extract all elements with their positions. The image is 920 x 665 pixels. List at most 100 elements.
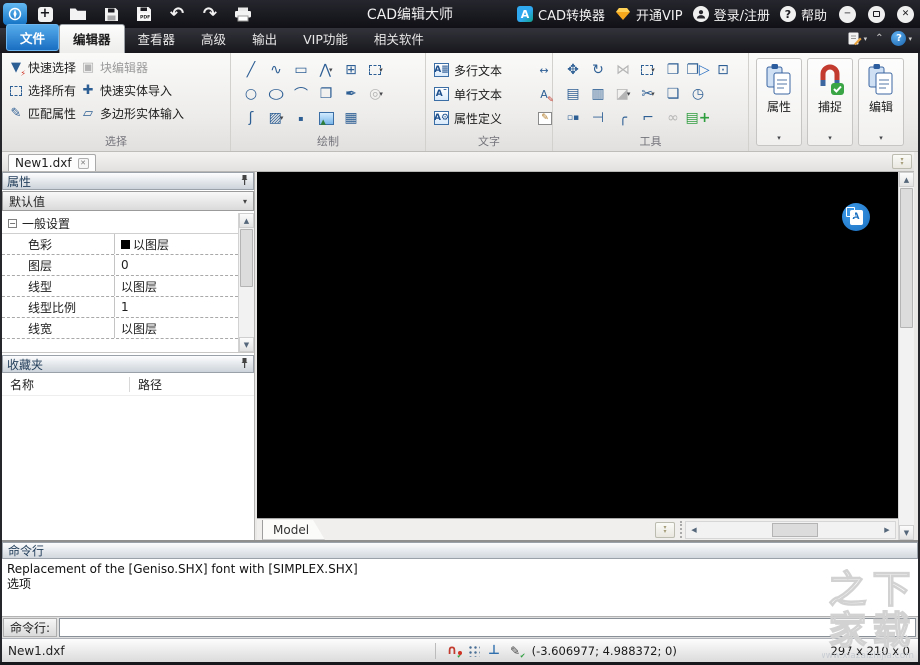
hatch-icon[interactable]: ▨ ▾	[266, 108, 286, 128]
skin-button[interactable]: ▾	[847, 31, 867, 46]
collapse-ribbon-button[interactable]: ⌃	[875, 33, 883, 44]
recent-blocks-icon[interactable]: ◷	[688, 84, 708, 104]
copy-icon[interactable]: ❐	[663, 60, 683, 80]
singleline-text-button[interactable]: 单行文本	[454, 86, 502, 103]
close-button[interactable]: ✕	[897, 5, 914, 23]
minimize-button[interactable]: ─	[839, 5, 856, 23]
property-section-row[interactable]: − 一般设置	[2, 213, 238, 234]
freehand-sketch-icon[interactable]: ∿	[266, 60, 286, 80]
maximize-button[interactable]	[868, 5, 885, 23]
edit-text-icon[interactable]: ✎	[538, 111, 552, 125]
scroll-right-icon[interactable]: ▶	[879, 522, 895, 538]
model-tab[interactable]: Model	[262, 520, 325, 540]
tab-advanced[interactable]: 高级	[188, 25, 239, 53]
scroll-left-icon[interactable]: ◀	[686, 522, 702, 538]
draft-toggle[interactable]: ✎ ✔	[507, 642, 526, 661]
copy-block-icon[interactable]: ❐	[316, 84, 336, 104]
chamfer-icon[interactable]: ⌐	[638, 108, 658, 128]
tab-file[interactable]: 文件	[6, 24, 60, 51]
rectangle-icon[interactable]: ▭	[291, 60, 311, 80]
erase-icon[interactable]: ◪ ▾	[613, 84, 633, 104]
property-row-lineweight[interactable]: 线宽 以图层	[2, 318, 238, 339]
tab-output[interactable]: 输出	[239, 25, 290, 53]
viewport-icon[interactable]: ▾	[366, 60, 386, 80]
close-tab-icon[interactable]: ✕	[77, 157, 89, 169]
copy-stack-icon[interactable]: ❏	[663, 84, 683, 104]
document-tab[interactable]: New1.dxf ✕	[8, 154, 96, 171]
arc-icon[interactable]: ⌒	[291, 84, 311, 104]
edit-panel-button[interactable]: 编辑 ▾	[858, 58, 904, 146]
block-editor-button[interactable]: ▣ 块编辑器	[80, 58, 184, 77]
polyline-icon[interactable]: ⋀ ▾	[316, 60, 336, 80]
tab-related-software[interactable]: 相关软件	[361, 25, 437, 53]
circle-icon[interactable]: ○	[241, 84, 261, 104]
group-disabled-icon[interactable]: ◎ ▾	[366, 84, 386, 104]
line-icon[interactable]: ╱	[241, 60, 261, 80]
new-file-button[interactable]: +	[30, 2, 60, 26]
property-grid-scrollbar[interactable]: ▲ ▼	[238, 213, 254, 352]
array-icon[interactable]: ⊡	[713, 60, 733, 80]
undo-button[interactable]: ↶	[162, 2, 192, 26]
property-row-linetype[interactable]: 线型 以图层	[2, 276, 238, 297]
open-file-button[interactable]	[63, 2, 93, 26]
break-icon[interactable]: ✂ ▾	[638, 84, 658, 104]
polygon-entity-input-button[interactable]: ▱ 多边形实体输入	[80, 104, 184, 123]
insert-block-icon[interactable]: ⊞	[341, 60, 361, 80]
scroll-down-icon[interactable]: ▼	[239, 337, 254, 352]
mirror-icon[interactable]: ⋈	[613, 60, 633, 80]
snap-panel-button[interactable]: 捕捉 ▾	[807, 58, 853, 146]
scroll-up-icon[interactable]: ▲	[899, 172, 914, 187]
match-properties-button[interactable]: ✎ 匹配属性	[8, 104, 76, 123]
vertical-scrollbar[interactable]: ▲ ▼	[898, 172, 914, 540]
command-history[interactable]: Replacement of the [Geniso.SHX] font wit…	[2, 559, 918, 617]
scale-icon[interactable]: ▫▪	[563, 108, 583, 128]
command-input[interactable]	[59, 618, 916, 637]
canvas-floating-button[interactable]: A	[842, 203, 870, 231]
tab-list-button[interactable]: ▾ ▾	[892, 154, 912, 169]
snap-toggle[interactable]: ∩ ✔	[444, 642, 463, 660]
scrollbar-thumb[interactable]	[900, 188, 913, 328]
block-update-icon[interactable]: ❐ ▷	[686, 60, 709, 80]
stretch-icon[interactable]: ⊣	[588, 108, 608, 128]
spline-icon[interactable]: ʃ	[241, 108, 261, 128]
text-spacing-icon[interactable]: ↔	[536, 62, 552, 78]
save-button[interactable]	[96, 2, 126, 26]
tab-vip-features[interactable]: VIP功能	[290, 25, 361, 53]
property-row-layer[interactable]: 图层 0	[2, 255, 238, 276]
favorites-path-column[interactable]: 路径	[130, 376, 162, 393]
scroll-up-icon[interactable]: ▲	[239, 213, 254, 228]
vip-link[interactable]: 开通VIP	[615, 5, 683, 24]
fillet-icon[interactable]: ╭	[613, 108, 633, 128]
font-edit-icon[interactable]: A ✎	[536, 86, 554, 105]
ellipse-icon[interactable]: ○	[266, 84, 286, 104]
grid-toggle[interactable]	[465, 642, 482, 659]
add-layer-icon[interactable]: ▤ +	[686, 108, 711, 128]
pin-icon[interactable]	[240, 174, 249, 189]
image-icon[interactable]	[316, 108, 336, 128]
print-button[interactable]	[228, 2, 258, 26]
scrollbar-thumb[interactable]	[772, 523, 818, 537]
attribute-define-button[interactable]: 属性定义	[454, 110, 502, 127]
ortho-toggle[interactable]: ⊥	[486, 642, 503, 659]
quick-entity-import-button[interactable]: ✚ 快速实体导入	[80, 81, 184, 100]
new-view-icon[interactable]: ▥	[588, 84, 608, 104]
login-link[interactable]: 登录/注册	[692, 5, 770, 24]
collapse-icon[interactable]: −	[8, 218, 17, 228]
property-row-linetype-scale[interactable]: 线型比例 1	[2, 297, 238, 318]
property-preset-dropdown[interactable]: 默认值 ▾	[2, 191, 254, 211]
named-view-icon[interactable]: ▤	[563, 84, 583, 104]
point-icon[interactable]: ▪	[291, 108, 311, 128]
redo-button[interactable]: ↷	[195, 2, 225, 26]
ribbon-help-button[interactable]: ? ▾	[891, 31, 912, 46]
move-icon[interactable]: ✥	[563, 60, 583, 80]
property-row-color[interactable]: 色彩 以图层	[2, 234, 238, 255]
cad-converter-link[interactable]: A CAD转换器	[517, 5, 605, 24]
multiline-text-button[interactable]: 多行文本	[454, 62, 502, 79]
select-all-button[interactable]: 选择所有	[8, 81, 76, 100]
offset-icon[interactable]: ▾	[638, 60, 658, 80]
scrollbar-thumb[interactable]	[240, 229, 253, 287]
scroll-down-icon[interactable]: ▼	[899, 525, 914, 540]
pin-icon[interactable]	[240, 357, 249, 372]
group-circles-icon[interactable]: ∞	[663, 108, 683, 128]
tab-viewer[interactable]: 查看器	[125, 25, 189, 53]
